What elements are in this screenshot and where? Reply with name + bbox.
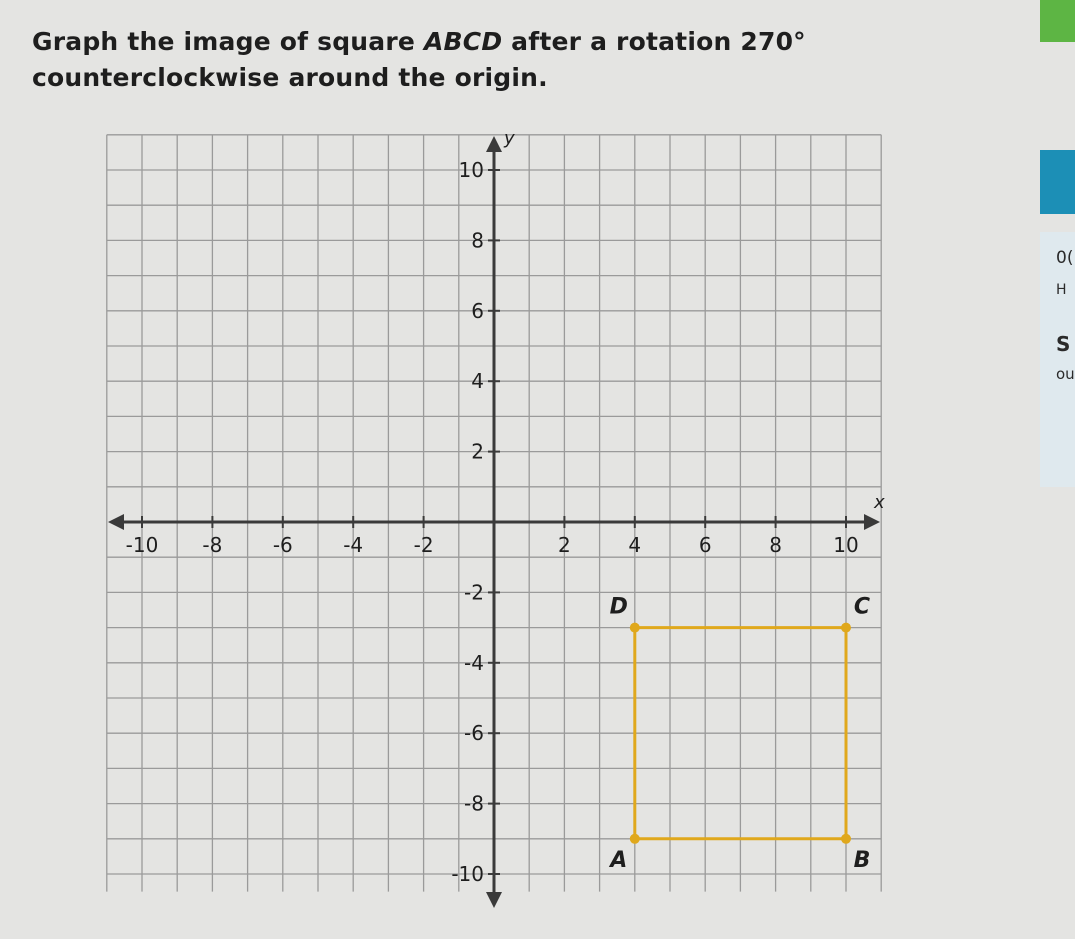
axes [108, 136, 880, 908]
y-tick-label: -8 [464, 792, 484, 816]
vertex-label-d: D [610, 595, 628, 620]
side-panel-text-4: ou [1056, 365, 1075, 383]
vertex-point-d[interactable] [629, 622, 640, 633]
x-tick-label: -4 [343, 533, 363, 557]
x-tick-label: -2 [414, 533, 434, 557]
y-tick-label: 4 [471, 369, 484, 393]
y-tick-label: -10 [451, 862, 484, 886]
y-tick-label: -2 [464, 580, 484, 604]
side-panel-teal-button[interactable] [1040, 150, 1075, 214]
x-axis-label: x [873, 492, 885, 513]
x-tick-label: 10 [833, 533, 858, 557]
vertex-point-a[interactable] [629, 833, 640, 844]
x-tick-label: -8 [202, 533, 222, 557]
y-tick-label: 8 [471, 228, 484, 252]
x-tick-label: 8 [769, 533, 782, 557]
side-panel: 0( H S ou [1040, 0, 1075, 939]
side-panel-card [1040, 232, 1075, 487]
y-tick-label: 6 [471, 299, 484, 323]
x-tick-label: 2 [558, 533, 571, 557]
y-axis-up-arrow [486, 136, 502, 152]
vertex-label-c: C [854, 595, 870, 620]
side-panel-text-2: H [1056, 282, 1067, 298]
x-tick-label: 6 [699, 533, 712, 557]
y-axis-label: y [503, 128, 515, 149]
vertex-label-b: B [854, 848, 871, 873]
coordinate-grid[interactable]: x y -10 -8 -6 -4 -2 2 4 6 8 10 10 8 6 4 2 -2 -4 -6 -8 -10 A B C… [0, 0, 1040, 939]
y-tick-label: 2 [471, 440, 484, 464]
side-panel-text-1: 0( [1056, 248, 1074, 268]
x-tick-label: 4 [628, 533, 641, 557]
y-tick-label: -4 [464, 651, 484, 675]
side-panel-green-bar [1040, 0, 1075, 42]
y-axis-down-arrow [486, 892, 502, 908]
vertex-point-c[interactable] [841, 622, 851, 633]
side-panel-text-3: S [1056, 332, 1071, 356]
x-tick-label: -6 [273, 533, 293, 557]
x-tick-label: -10 [126, 533, 159, 557]
y-tick-label: 10 [459, 158, 484, 182]
x-axis-left-arrow [108, 514, 124, 530]
tick-labels: x y -10 -8 -6 -4 -2 2 4 6 8 10 10 8 6 4 2 -2 -4 -6 -8 -10 [126, 128, 885, 886]
y-tick-label: -6 [464, 721, 484, 745]
x-axis-right-arrow [864, 514, 880, 530]
vertex-label-a: A [608, 848, 627, 873]
vertex-point-b[interactable] [841, 833, 851, 844]
